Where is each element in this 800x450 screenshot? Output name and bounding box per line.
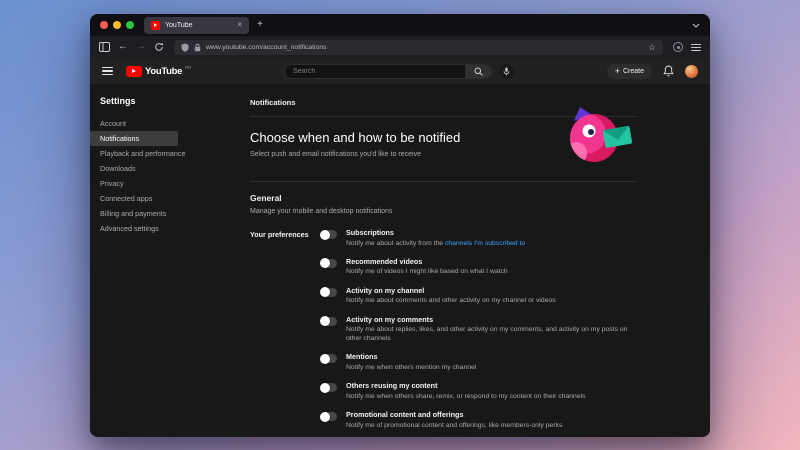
avatar[interactable] — [685, 65, 698, 78]
search-box — [284, 64, 492, 79]
sidebar-item-privacy[interactable]: Privacy — [90, 176, 240, 191]
pref-row-channel-activity: Activity on my channel Notify me about c… — [320, 286, 637, 306]
minimize-window-button[interactable] — [113, 21, 121, 29]
preferences-list: Subscriptions Notify me about activity f… — [320, 228, 637, 437]
search-input[interactable] — [284, 64, 465, 79]
youtube-favicon — [151, 21, 160, 30]
youtube-logo[interactable]: YouTube PH — [126, 65, 191, 78]
voice-search-button[interactable] — [499, 64, 514, 79]
bookmark-star-icon[interactable]: ☆ — [648, 42, 656, 53]
plus-icon: + — [615, 67, 620, 76]
profile-icon[interactable] — [673, 42, 683, 52]
mentions-toggle[interactable] — [320, 354, 337, 363]
create-button-label: Create — [623, 68, 644, 75]
desktop: { "browser": { "tab_title": "YouTube", "… — [0, 0, 800, 450]
pref-row-comment-activity: Activity on my comments Notify me about … — [320, 315, 637, 343]
youtube-play-icon — [126, 66, 142, 77]
pref-title: Activity on my channel — [346, 286, 556, 295]
sidebar-toggle-icon[interactable] — [99, 42, 110, 52]
channel-activity-toggle[interactable] — [320, 288, 337, 297]
browser-tab-bar: YouTube × + — [90, 14, 710, 36]
pref-title: Others reusing my content — [346, 381, 586, 390]
back-icon[interactable]: ← — [118, 42, 128, 52]
pref-row-recommended: Recommended videos Notify me of videos I… — [320, 257, 637, 277]
pref-desc: Notify me about replies, likes, and othe… — [346, 326, 637, 343]
tab-close-icon[interactable]: × — [237, 21, 242, 29]
general-section-title: General — [250, 193, 637, 203]
youtube-country-badge: PH — [185, 65, 191, 71]
create-button[interactable]: + Create — [607, 64, 652, 79]
notifications-bell-icon[interactable] — [663, 65, 674, 77]
settings-sidebar: Settings Account Notifications Playback … — [90, 84, 240, 437]
divider — [250, 181, 637, 182]
mic-icon — [503, 67, 510, 76]
url-text[interactable]: www.youtube.com/account_notifications — [206, 44, 643, 51]
sidebar-item-playback[interactable]: Playback and performance — [90, 146, 240, 161]
sidebar-item-advanced[interactable]: Advanced settings — [90, 221, 240, 236]
youtube-logo-text: YouTube — [145, 65, 182, 78]
pref-row-subscriptions: Subscriptions Notify me about activity f… — [320, 228, 637, 248]
reused-content-toggle[interactable] — [320, 383, 337, 392]
pref-title: Subscriptions — [346, 228, 525, 237]
close-window-button[interactable] — [100, 21, 108, 29]
list-all-tabs-icon[interactable] — [692, 23, 700, 28]
sidebar-item-billing[interactable]: Billing and payments — [90, 206, 240, 221]
maximize-window-button[interactable] — [126, 21, 134, 29]
pref-desc: Notify me of videos I might like based o… — [346, 268, 508, 276]
youtube-page-body: Settings Account Notifications Playback … — [90, 84, 710, 437]
recommended-videos-toggle[interactable] — [320, 259, 337, 268]
subscriptions-toggle[interactable] — [320, 230, 337, 239]
promotional-content-toggle[interactable] — [320, 412, 337, 421]
youtube-header: YouTube PH + Create — [90, 58, 710, 84]
shield-icon[interactable] — [181, 43, 189, 52]
pref-row-reused-content: Others reusing my content Notify me when… — [320, 381, 637, 401]
browser-window: YouTube × + ← → www.youtube.com/account_… — [90, 14, 710, 437]
pref-title: Activity on my comments — [346, 315, 637, 324]
menu-icon[interactable] — [691, 44, 701, 51]
pref-row-promotional: Promotional content and offerings Notify… — [320, 410, 637, 430]
pref-title: Promotional content and offerings — [346, 410, 562, 419]
sidebar-item-connected-apps[interactable]: Connected apps — [90, 191, 240, 206]
guide-menu-icon[interactable] — [102, 67, 113, 75]
pref-desc: Notify me about activity from the channe… — [346, 240, 525, 248]
browser-nav-bar: ← → www.youtube.com/account_notification… — [90, 36, 710, 58]
subscribed-channels-link[interactable]: channels I'm subscribed to — [445, 240, 525, 247]
window-controls — [100, 21, 134, 29]
pref-desc-text: Notify me about activity from the — [346, 240, 445, 247]
notifications-settings-main: Notifications Choose when and how to be … — [240, 84, 710, 437]
pref-desc: Notify me about comments and other activ… — [346, 297, 556, 305]
new-tab-button[interactable]: + — [257, 20, 263, 30]
sidebar-item-downloads[interactable]: Downloads — [90, 161, 240, 176]
preferences-section: Your preferences Subscriptions Notify me… — [250, 228, 637, 437]
browser-tab-youtube[interactable]: YouTube × — [144, 17, 249, 34]
search-area — [284, 64, 514, 79]
comment-activity-toggle[interactable] — [320, 317, 337, 326]
search-button[interactable] — [465, 64, 492, 79]
refresh-icon[interactable] — [154, 42, 164, 52]
search-icon — [474, 67, 483, 76]
pref-row-mentions: Mentions Notify me when others mention m… — [320, 352, 637, 372]
pref-title: Mentions — [346, 352, 476, 361]
pref-title: Recommended videos — [346, 257, 508, 266]
notifications-illustration — [564, 106, 636, 164]
header-right-controls: + Create — [607, 64, 698, 79]
pref-desc: Notify me when others mention my channel — [346, 364, 476, 372]
general-section-subtitle: Manage your mobile and desktop notificat… — [250, 208, 637, 215]
sidebar-item-notifications[interactable]: Notifications — [90, 131, 178, 146]
tab-title: YouTube — [165, 22, 232, 29]
forward-icon[interactable]: → — [136, 42, 146, 52]
pref-desc: Notify me of promotional content and off… — [346, 422, 562, 430]
lock-icon — [194, 43, 201, 52]
preferences-label: Your preferences — [250, 228, 320, 437]
pref-desc: Notify me when others share, remix, or r… — [346, 393, 586, 401]
sidebar-title: Settings — [90, 92, 240, 116]
url-bar[interactable]: www.youtube.com/account_notifications ☆ — [174, 40, 663, 55]
sidebar-item-account[interactable]: Account — [90, 116, 240, 131]
